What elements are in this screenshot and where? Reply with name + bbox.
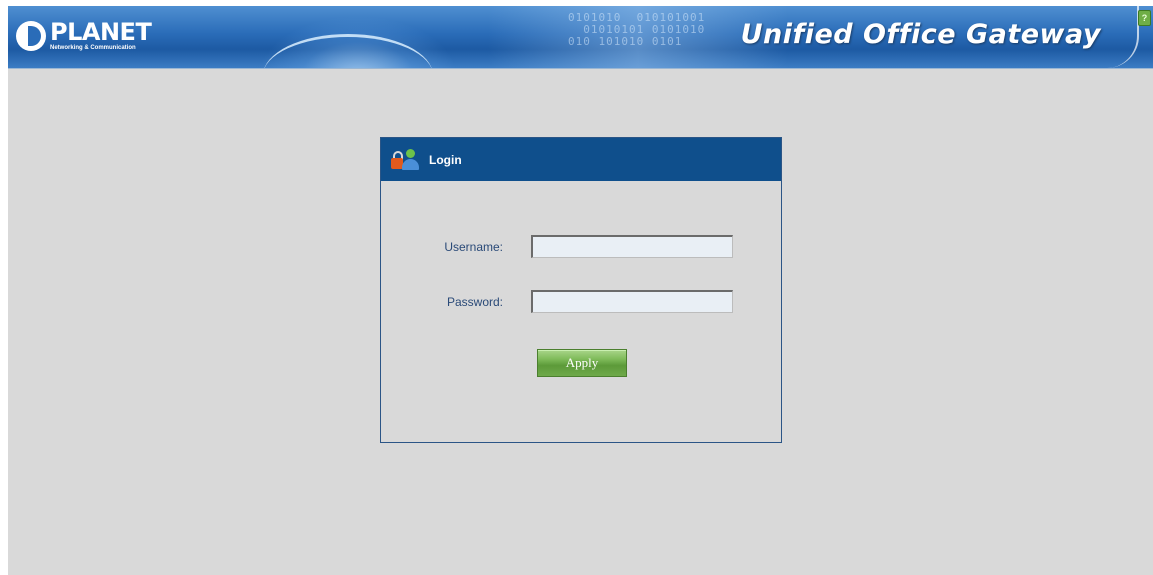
apply-button[interactable]: Apply bbox=[537, 349, 627, 377]
help-icon[interactable]: ? bbox=[1138, 10, 1151, 26]
binary-decoration: 0101010 010101001 01010101 0101010 010 1… bbox=[568, 11, 706, 48]
page-frame: 0101010 010101001 01010101 0101010 010 1… bbox=[8, 6, 1153, 575]
logo-name: PLANET bbox=[50, 18, 152, 46]
login-header: Login bbox=[381, 138, 781, 181]
logo-text: PLANET Networking & Communication bbox=[50, 18, 152, 52]
swoosh-decoration bbox=[1107, 6, 1139, 68]
password-row: Password: bbox=[381, 290, 781, 314]
top-banner: 0101010 010101001 01010101 0101010 010 1… bbox=[8, 6, 1153, 69]
product-title: Unified Office Gateway bbox=[740, 19, 1101, 50]
logo-tagline: Networking & Communication bbox=[50, 45, 136, 51]
lock-user-icon bbox=[391, 147, 421, 173]
user-body bbox=[402, 158, 419, 170]
login-title: Login bbox=[429, 152, 462, 167]
login-panel: Login Username: Password: Apply bbox=[380, 137, 782, 443]
username-input[interactable] bbox=[531, 235, 733, 258]
username-label: Username: bbox=[444, 240, 503, 254]
password-input[interactable] bbox=[531, 290, 733, 313]
password-label: Password: bbox=[446, 295, 503, 309]
user-head bbox=[406, 148, 415, 158]
planet-logo-icon bbox=[16, 21, 46, 51]
planet-logo: PLANET Networking & Communication bbox=[16, 18, 152, 52]
username-row: Username: bbox=[381, 235, 781, 259]
